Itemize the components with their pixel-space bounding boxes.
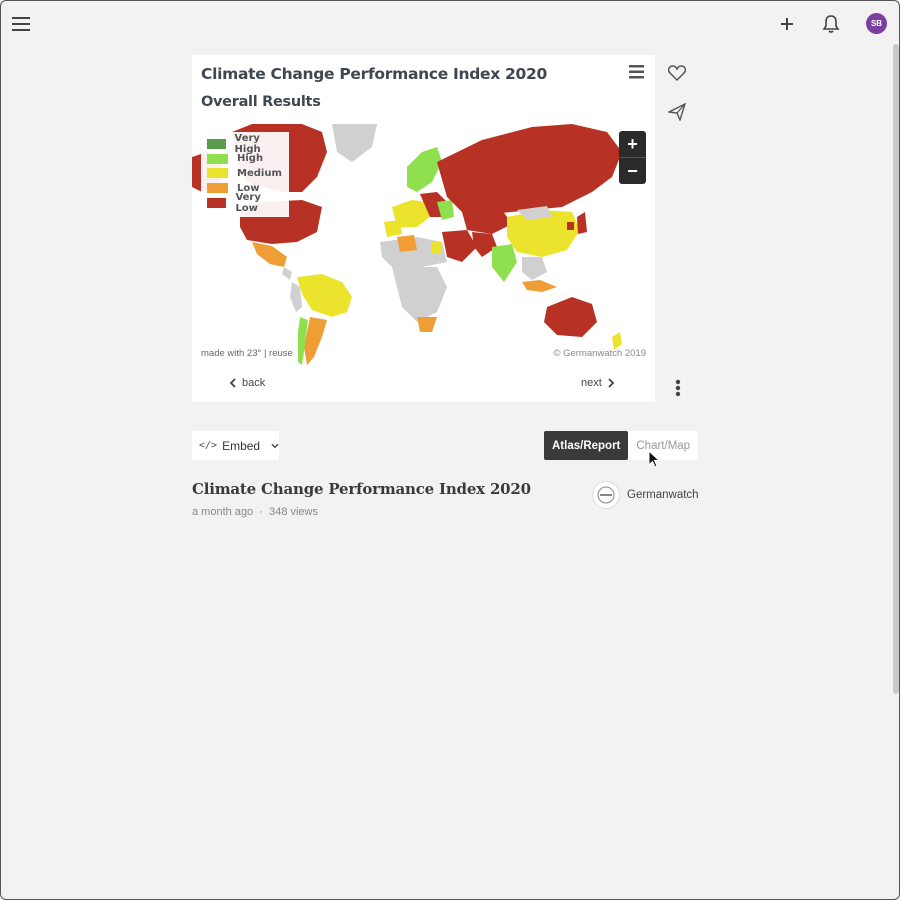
code-icon: </> bbox=[199, 440, 218, 451]
next-button[interactable]: next bbox=[581, 377, 615, 389]
item-views: 348 views bbox=[269, 506, 318, 518]
item-time: a month ago bbox=[192, 506, 254, 518]
heart-icon[interactable] bbox=[667, 63, 687, 83]
map-region-australia bbox=[544, 297, 597, 337]
legend-label: Medium bbox=[237, 167, 282, 179]
map-region-southeast-asia bbox=[522, 257, 547, 280]
author-link[interactable]: Germanwatch bbox=[592, 481, 699, 509]
item-meta: a month ago · 348 views bbox=[192, 506, 318, 518]
legend-item: Very High bbox=[207, 133, 283, 155]
map-region-russia bbox=[437, 124, 622, 214]
chevron-right-icon bbox=[608, 378, 615, 388]
back-button[interactable]: back bbox=[229, 377, 265, 389]
map-region-mexico bbox=[252, 242, 287, 267]
toggle-atlas-report[interactable]: Atlas/Report bbox=[544, 431, 629, 460]
send-icon[interactable] bbox=[667, 102, 687, 122]
legend-swatch bbox=[207, 153, 228, 164]
legend-label: High bbox=[237, 153, 264, 165]
map-region-south-america-north bbox=[297, 274, 352, 317]
map-region-central-america bbox=[282, 267, 292, 280]
map-region-scandinavia bbox=[407, 147, 442, 192]
bell-icon[interactable] bbox=[819, 12, 843, 36]
meta-separator: · bbox=[259, 506, 263, 518]
embed-label: Embed bbox=[222, 438, 261, 453]
zoom-out-button[interactable]: − bbox=[619, 158, 646, 184]
legend-swatch bbox=[207, 168, 228, 179]
legend-swatch bbox=[207, 197, 227, 208]
map-region-kazakhstan bbox=[462, 210, 512, 234]
back-label: back bbox=[242, 377, 266, 389]
chevron-down-icon bbox=[271, 443, 279, 448]
made-with-credit[interactable]: made with 23° | reuse bbox=[201, 348, 293, 359]
map-region-korea bbox=[567, 222, 574, 230]
legend-item: Medium bbox=[207, 166, 283, 181]
map-region-south-africa bbox=[417, 317, 437, 332]
chart-menu-icon[interactable] bbox=[629, 65, 649, 83]
avatar[interactable]: SB bbox=[866, 13, 887, 34]
top-bar: SB bbox=[0, 0, 900, 46]
item-title[interactable]: Climate Change Performance Index 2020 bbox=[192, 480, 531, 498]
map-card: Climate Change Performance Index 2020 Ov… bbox=[192, 55, 655, 402]
author-name: Germanwatch bbox=[627, 489, 699, 501]
map-region-india bbox=[492, 244, 517, 282]
copyright-credit: © Germanwatch 2019 bbox=[553, 348, 646, 359]
plus-icon[interactable] bbox=[775, 12, 799, 36]
mouse-cursor-icon bbox=[648, 450, 661, 468]
map-legend: Very High High Medium Low Very Low bbox=[201, 132, 289, 217]
card-subtitle: Overall Results bbox=[201, 94, 321, 110]
zoom-control: + − bbox=[619, 131, 646, 184]
legend-swatch bbox=[207, 139, 226, 150]
map-region-spain bbox=[384, 220, 402, 237]
toggle-chart-map[interactable]: Chart/Map bbox=[628, 431, 699, 460]
map-region-central-africa bbox=[392, 267, 447, 322]
map-region-middle-east bbox=[442, 230, 477, 262]
map-region-egypt bbox=[432, 242, 442, 254]
chevron-left-icon bbox=[229, 378, 236, 388]
legend-swatch bbox=[207, 183, 228, 194]
legend-item: Very Low bbox=[207, 192, 283, 214]
zoom-in-button[interactable]: + bbox=[619, 131, 646, 157]
view-toggle: Atlas/Report Chart/Map bbox=[544, 431, 699, 460]
menu-icon[interactable] bbox=[10, 12, 34, 36]
map-region-greenland bbox=[332, 124, 377, 162]
map-region-algeria bbox=[397, 235, 417, 252]
more-vertical-icon[interactable] bbox=[669, 378, 687, 398]
map-region-japan bbox=[577, 212, 587, 234]
map-region-indonesia bbox=[522, 280, 557, 292]
embed-button[interactable]: </> Embed bbox=[192, 431, 279, 460]
next-label: next bbox=[581, 377, 602, 389]
scrollbar[interactable] bbox=[893, 44, 899, 694]
card-title: Climate Change Performance Index 2020 bbox=[201, 65, 547, 83]
author-logo bbox=[592, 481, 620, 509]
legend-label: Very Low bbox=[235, 191, 261, 214]
legend-label: Very High bbox=[234, 133, 261, 156]
